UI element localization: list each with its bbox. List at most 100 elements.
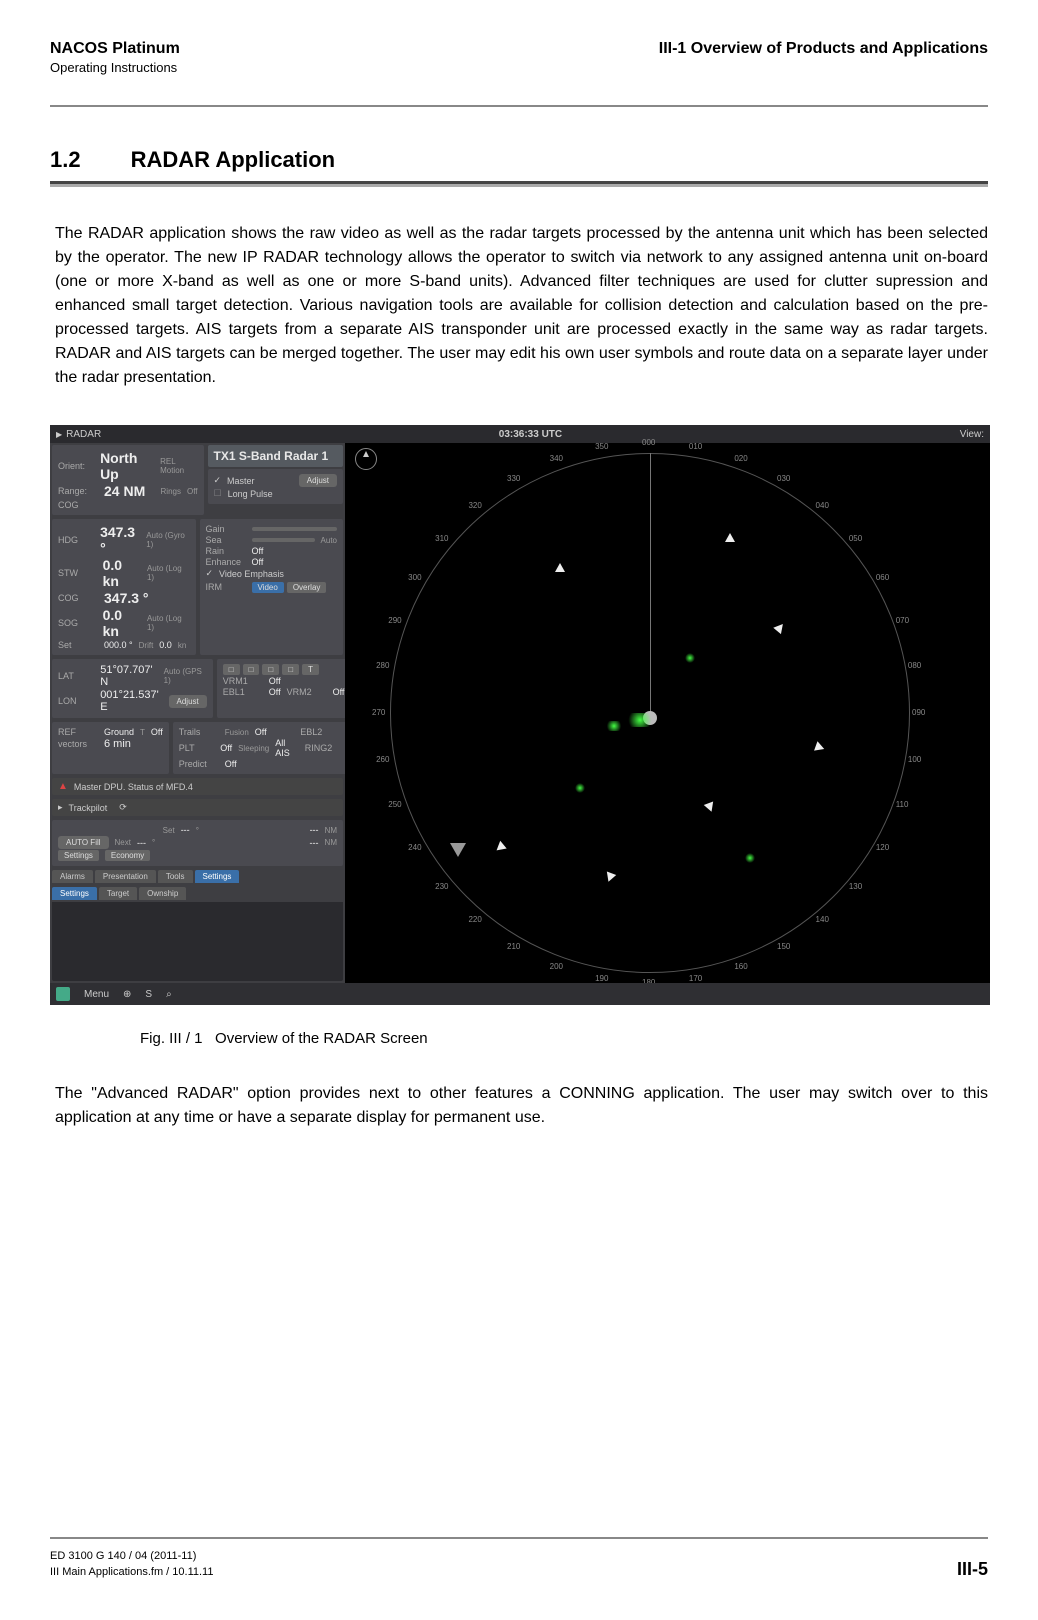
alarm-icon: ▲ (58, 781, 68, 792)
view-label: View: (960, 429, 984, 440)
radar-screenshot: ▶ RADAR 03:36:33 UTC View: Orient:North … (50, 425, 990, 1005)
adjust-button[interactable]: Adjust (299, 474, 337, 487)
settings-button[interactable]: Settings (58, 850, 99, 861)
section-rule-light (50, 184, 988, 187)
bearing-label: 090 (912, 708, 925, 717)
bearing-label: 050 (849, 534, 862, 543)
bearing-label: 290 (388, 616, 401, 625)
bearing-label: 170 (689, 974, 702, 983)
alarm-text: Master DPU. Status of MFD.4 (74, 782, 193, 792)
globe-icon[interactable]: ⊕ (123, 989, 131, 1000)
file-info: III Main Applications.fm / 10.11.11 (50, 1565, 213, 1580)
sub-tabs: Settings Target Ownship (52, 887, 343, 900)
tab-alarms[interactable]: Alarms (52, 870, 93, 883)
subtab-target[interactable]: Target (99, 887, 137, 900)
radar-video-panel: Gain SeaAuto RainOff EnhanceOff ✓Video E… (200, 519, 344, 655)
economy-button[interactable]: Economy (105, 850, 150, 861)
tab-settings[interactable]: Settings (195, 870, 240, 883)
radar-echo (685, 653, 695, 663)
orientation-value[interactable]: North Up (100, 450, 154, 482)
doc-subtitle: Operating Instructions (50, 60, 180, 75)
bearing-label: 340 (550, 454, 563, 463)
bearing-label: 130 (849, 882, 862, 891)
header-rule (50, 105, 988, 107)
main-tabs: Alarms Presentation Tools Settings (52, 870, 343, 883)
overlay-button[interactable]: Overlay (287, 582, 327, 593)
menu-icon[interactable] (56, 987, 70, 1001)
ais-target[interactable] (725, 533, 735, 542)
paragraph-1: The RADAR application shows the raw vide… (55, 222, 988, 390)
ss-bottombar: Menu ⊕ S ⌕ (50, 983, 990, 1005)
bearing-label: 120 (876, 843, 889, 852)
range-value[interactable]: 24 NM (104, 483, 145, 499)
bearing-label: 310 (435, 534, 448, 543)
subtab-settings[interactable]: Settings (52, 887, 97, 900)
page-number: III-5 (957, 1559, 988, 1580)
tab-tools[interactable]: Tools (158, 870, 193, 883)
bearing-label: 280 (376, 661, 389, 670)
bearing-label: 070 (896, 616, 909, 625)
tab-presentation[interactable]: Presentation (95, 870, 156, 883)
ss-sidebar: Orient:North UpREL Motion Range:24 NMRin… (50, 443, 345, 983)
gain-slider[interactable] (252, 527, 338, 531)
settings-content (52, 902, 343, 981)
bearing-label: 140 (816, 915, 829, 924)
bearing-label: 270 (372, 708, 385, 717)
footer-rule (50, 1537, 988, 1539)
mode-selector[interactable]: ▶ RADAR (56, 429, 101, 440)
compass-rose-icon (355, 448, 377, 470)
radar-echo (745, 853, 755, 863)
section-heading: 1.2 RADAR Application (50, 147, 988, 173)
utc-time: 03:36:33 UTC (499, 429, 562, 440)
targets-panel: TrailsFusionOffEBL2Off PLTOffSleepingAll… (173, 722, 364, 774)
trackpilot-panel: Set---°---NM AUTO FillNext---°---NM Sett… (52, 820, 343, 866)
bearing-label: 190 (595, 974, 608, 983)
page-footer: ED 3100 G 140 / 04 (2011-11) III Main Ap… (50, 1537, 988, 1580)
page-header: NACOS Platinum Operating Instructions II… (50, 40, 988, 75)
bearing-label: 110 (896, 800, 909, 809)
bearing-label: 350 (595, 442, 608, 451)
pos-adjust-button[interactable]: Adjust (169, 695, 207, 708)
alarm-row[interactable]: ▲ Master DPU. Status of MFD.4 (52, 778, 343, 795)
subtab-ownship[interactable]: Ownship (139, 887, 186, 900)
section-number: 1.2 (50, 147, 81, 173)
bearing-label: 220 (468, 915, 481, 924)
radar-ppi[interactable]: 0000100200300400500600700800901001101201… (345, 443, 990, 983)
bearing-label: 040 (816, 501, 829, 510)
mode-label: RADAR (66, 429, 101, 440)
bearing-label: 080 (908, 661, 921, 670)
doc-id: ED 3100 G 140 / 04 (2011-11) (50, 1549, 213, 1564)
search-icon[interactable]: ⌕ (166, 989, 172, 1000)
ais-target[interactable] (555, 563, 565, 572)
section-title: RADAR Application (131, 147, 336, 173)
auto-fill-button[interactable]: AUTO Fill (58, 836, 109, 849)
bearing-label: 150 (777, 942, 790, 951)
radar-echo (605, 721, 623, 731)
tx-panel: TX1 S-Band Radar 1 (208, 445, 344, 467)
bearing-label: 320 (468, 501, 481, 510)
cursor-icon (450, 843, 466, 857)
footer-left: ED 3100 G 140 / 04 (2011-11) III Main Ap… (50, 1549, 213, 1580)
nav-panel: HDG347.3 °Auto (Gyro 1) STW0.0 knAuto (L… (52, 519, 196, 655)
vectors-panel: REFGroundTOff vectors6 min (52, 722, 169, 774)
sea-slider[interactable] (252, 538, 315, 542)
s-band-icon[interactable]: S (145, 989, 152, 1000)
header-left: NACOS Platinum Operating Instructions (50, 40, 180, 75)
orientation-panel: Orient:North UpREL Motion Range:24 NMRin… (52, 445, 204, 515)
bearing-label: 200 (550, 962, 563, 971)
figure-caption: Fig. III / 1 Overview of the RADAR Scree… (140, 1030, 988, 1047)
trackpilot-header[interactable]: ▸ Trackpilot ⟳ (52, 799, 343, 816)
caret-icon: ▶ (56, 430, 62, 439)
bearing-label: 030 (777, 474, 790, 483)
bearing-label: 020 (734, 454, 747, 463)
bearing-label: 210 (507, 942, 520, 951)
bearing-label: 060 (876, 573, 889, 582)
bearing-label: 250 (388, 800, 401, 809)
bearing-label: 160 (734, 962, 747, 971)
video-button[interactable]: Video (252, 582, 284, 593)
menu-label[interactable]: Menu (84, 989, 109, 1000)
bearing-label: 330 (507, 474, 520, 483)
chevron-icon: ▸ (58, 802, 63, 813)
bearing-label: 000 (642, 438, 655, 447)
bearing-label: 010 (689, 442, 702, 451)
